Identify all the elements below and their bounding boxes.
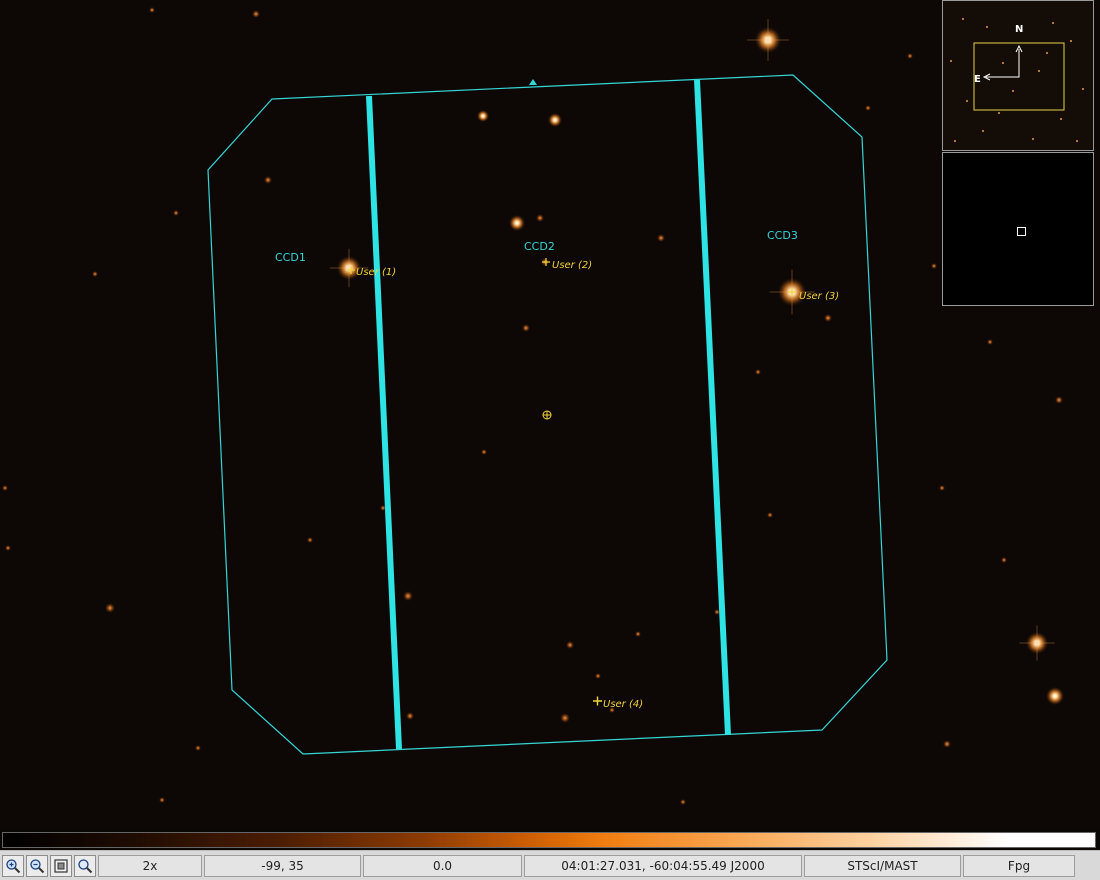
panner-image: N E: [943, 1, 1093, 150]
colorbar[interactable]: [2, 832, 1096, 848]
wcs-coordinates: 04:01:27.031, -60:04:55.49 J2000: [524, 854, 802, 877]
panner-overview[interactable]: N E: [942, 0, 1094, 151]
status-bar: 2x -99, 35 0.0 04:01:27.031, -60:04:55.4…: [0, 850, 1100, 880]
zoom-in-icon: [6, 858, 21, 873]
sky-image[interactable]: CCD1 CCD2 CCD3 User (1) User (2) User (3…: [0, 0, 1100, 830]
magnifier-button[interactable]: [74, 854, 96, 877]
user-marker-2-label: User (2): [552, 260, 592, 271]
ccd1-label: CCD1: [275, 251, 306, 264]
user-marker-4-label: User (4): [603, 699, 643, 710]
zoom-in-button[interactable]: [2, 854, 24, 877]
center-target-icon: [542, 410, 552, 420]
ccd2-label: CCD2: [524, 240, 555, 253]
ccd3-label: CCD3: [767, 229, 798, 242]
image-server: STScI/MAST: [804, 854, 961, 877]
compass-north-label: N: [1015, 24, 1023, 35]
zoom-out-button[interactable]: [26, 854, 48, 877]
compass-east-label: E: [974, 74, 981, 85]
magnifier-icon: [78, 858, 93, 873]
user-marker-3-label: User (3): [799, 291, 839, 302]
zoom-fit-icon: [54, 858, 68, 873]
pixel-position: -99, 35: [204, 854, 361, 877]
zoom-out-icon: [30, 858, 45, 873]
magnifier-view: [942, 152, 1094, 306]
user-marker-1-label: User (1): [356, 267, 396, 278]
zoom-level: 2x: [98, 854, 202, 877]
filter-name: Fpg: [963, 854, 1075, 877]
magnifier-cursor-box: [1017, 227, 1026, 236]
zoom-fit-button[interactable]: [50, 854, 72, 877]
pixel-value: 0.0: [363, 854, 522, 877]
